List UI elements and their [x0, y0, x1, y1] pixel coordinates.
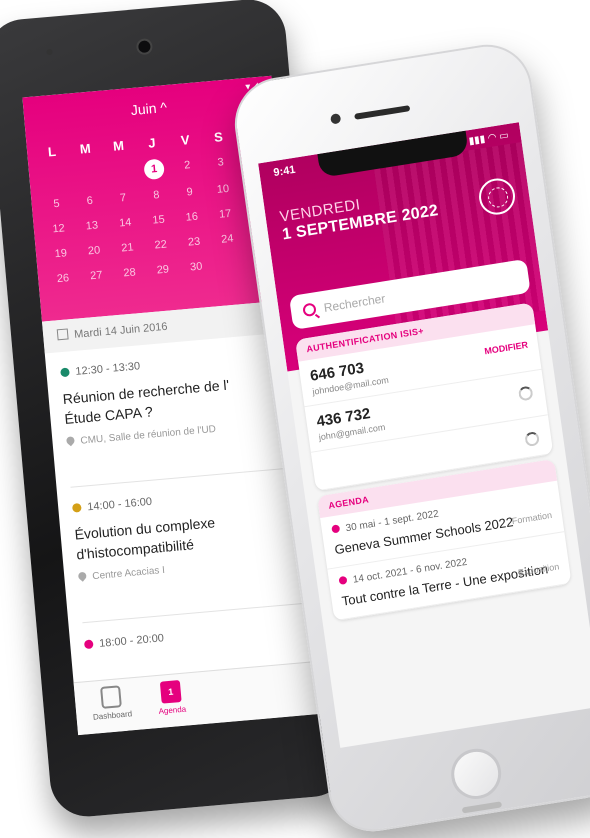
- tab-agenda-label: Agenda: [158, 704, 187, 716]
- tab-dashboard-label: Dashboard: [92, 709, 133, 722]
- calendar-day[interactable]: 7: [106, 188, 141, 209]
- event-dot: [71, 502, 82, 513]
- calendar-icon: [56, 328, 69, 341]
- calendar-day[interactable]: 1: [143, 158, 165, 181]
- calendar-day[interactable]: 16: [174, 207, 209, 228]
- calendar-day[interactable]: 15: [141, 210, 176, 231]
- product-mockup: ▾◢ ▮ Juin ^ LMMJVSD123456789101112131415…: [0, 0, 590, 838]
- event-item[interactable]: 12:30 - 13:30 Réunion de recherche de l'…: [46, 347, 302, 449]
- weekday-header: V: [180, 132, 191, 148]
- calendar-day[interactable]: 17: [208, 204, 243, 225]
- agenda-icon: 1: [159, 680, 182, 704]
- calendar-day[interactable]: 29: [146, 259, 181, 280]
- weekday-header: L: [47, 143, 57, 160]
- event-time: 18:00 - 20:00: [83, 619, 320, 652]
- calendar-day[interactable]: 9: [172, 182, 207, 203]
- event-item[interactable]: 14:00 - 16:00 Évolution du complexe d'his…: [58, 482, 314, 584]
- calendar-day[interactable]: 10: [206, 179, 241, 200]
- calendar-day[interactable]: 8: [139, 185, 174, 206]
- location-pin-icon: [64, 434, 77, 447]
- calendar-day[interactable]: 5: [39, 194, 74, 215]
- event-dot: [83, 639, 94, 650]
- location-pin-icon: [76, 570, 88, 582]
- calendar-day-empty: [37, 167, 72, 188]
- calendar-day-empty: [70, 164, 105, 185]
- event-item[interactable]: 18:00 - 20:00: [70, 619, 320, 653]
- calendar-day[interactable]: 19: [43, 243, 78, 264]
- weekday-header: M: [112, 137, 125, 154]
- agenda-dot: [331, 524, 341, 534]
- calendar-day[interactable]: 22: [143, 235, 178, 256]
- divider: [82, 601, 318, 624]
- calendar-day[interactable]: 30: [179, 257, 214, 278]
- search-placeholder: Rechercher: [322, 291, 387, 315]
- calendar-day[interactable]: 12: [41, 218, 76, 239]
- weekday-header: J: [147, 135, 157, 151]
- calendar-day[interactable]: 24: [210, 229, 245, 250]
- weekday-header: S: [213, 129, 224, 145]
- calendar-day[interactable]: 21: [110, 238, 145, 259]
- calendar-day[interactable]: 27: [79, 265, 114, 286]
- calendar-day[interactable]: 13: [75, 216, 110, 237]
- search-icon: [302, 302, 317, 318]
- tab-dashboard[interactable]: Dashboard: [80, 683, 143, 722]
- calendar-day[interactable]: 23: [177, 232, 212, 253]
- calendar-day[interactable]: 26: [46, 268, 81, 289]
- selected-date-label: Mardi 14 Juin 2016: [73, 320, 169, 341]
- agenda-dot: [338, 575, 348, 585]
- calendar-day[interactable]: 2: [170, 155, 205, 176]
- calendar-day[interactable]: 3: [203, 152, 238, 173]
- calendar-day[interactable]: 28: [112, 262, 147, 283]
- weekday-header: M: [79, 140, 92, 157]
- calendar-day-empty: [103, 161, 138, 182]
- dashboard-icon: [100, 685, 122, 709]
- calendar-day[interactable]: 6: [72, 191, 107, 212]
- calendar-day[interactable]: 14: [108, 213, 143, 234]
- event-dot: [60, 367, 70, 378]
- calendar-day[interactable]: 20: [77, 240, 112, 261]
- tab-agenda[interactable]: 1 Agenda: [140, 678, 203, 717]
- loading-spinner-icon: [524, 431, 541, 448]
